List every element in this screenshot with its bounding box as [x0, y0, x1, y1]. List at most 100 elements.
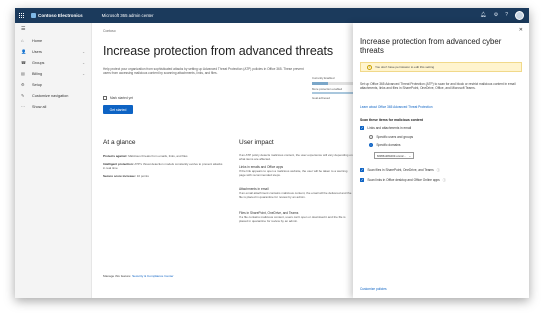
- gear-icon[interactable]: ⚙: [494, 10, 498, 20]
- option-label: Links and attachments in email: [367, 126, 412, 131]
- info-icon[interactable]: ⓘ: [437, 168, 440, 172]
- chevron-down-icon: ⌄: [82, 71, 85, 76]
- main-content: Contoso Increase protection from advance…: [93, 23, 357, 298]
- avatar[interactable]: [515, 10, 524, 20]
- manage-label: Manage this feature:: [103, 274, 132, 278]
- scan-sharepoint-checkbox[interactable]: ✓ Scan files in SharePoint, OneDrive, an…: [360, 168, 440, 173]
- impact-block: Links in emails and Office apps If the l…: [239, 165, 354, 178]
- nav-label: Groups: [32, 60, 45, 65]
- user-impact-heading: User impact: [239, 139, 274, 146]
- checkbox-checked[interactable]: ✓: [360, 168, 365, 173]
- progress-fill: [312, 82, 328, 85]
- permission-warning: i You don't have permission to edit this…: [360, 62, 522, 72]
- details-panel: ✕ Increase protection from advanced cybe…: [353, 23, 529, 298]
- links-attachments-checkbox[interactable]: ✓ Links and attachments in email: [360, 126, 412, 131]
- brand-logo-icon: [31, 13, 36, 18]
- manage-feature: Manage this feature: Security & Complian…: [103, 274, 174, 278]
- chevron-down-icon: ⌄: [408, 153, 411, 158]
- info-icon: i: [367, 64, 372, 70]
- goal-achieved-label: Goal achieved: [312, 96, 330, 100]
- radio-button-selected[interactable]: [369, 143, 374, 148]
- brand-name: Contoso Electronics: [38, 13, 83, 18]
- nav-item-customize-navigation[interactable]: ✎ Customize navigation: [15, 90, 91, 101]
- glance-row: Protects against: Malicious threats from…: [103, 154, 223, 158]
- nav-label: Show all: [32, 104, 47, 109]
- progress-track: [312, 82, 357, 85]
- user-icon: 👤: [21, 48, 27, 54]
- glance-text: Malicious threats from emails, links, an…: [128, 154, 188, 158]
- groups-icon: ☎: [21, 60, 27, 65]
- app-title[interactable]: Microsoft 365 admin center: [102, 13, 154, 18]
- nav-label: Setup: [32, 82, 42, 87]
- billing-icon: ▤: [21, 71, 25, 76]
- nav-item-show-all[interactable]: ⋯ Show all: [15, 101, 91, 112]
- close-icon[interactable]: ✕: [519, 27, 523, 33]
- nav-label: Home: [32, 38, 43, 43]
- bell-icon[interactable]: 🔔︎: [480, 10, 486, 20]
- checkbox-label: Mark started yet: [110, 96, 133, 100]
- impact-block: Attachments in email If an email attachm…: [239, 187, 354, 200]
- help-icon[interactable]: ?: [505, 10, 508, 20]
- nav-item-home[interactable]: ⌂ Home: [15, 35, 91, 46]
- checkbox-checked[interactable]: ✓: [360, 126, 365, 131]
- glance-label: Secure score increase:: [103, 174, 136, 178]
- pencil-icon: ✎: [21, 93, 25, 98]
- domain-value: M365x284203.onmic...: [377, 153, 407, 158]
- more-icon: ⋯: [21, 104, 26, 109]
- option-label: Specific domains: [376, 143, 401, 148]
- impact-text: If an email attachment contains maliciou…: [239, 191, 352, 200]
- specific-domains-radio[interactable]: Specific domains: [369, 143, 401, 148]
- specific-users-radio[interactable]: Specific users and groups: [369, 135, 414, 140]
- at-a-glance-heading: At a glance: [103, 139, 136, 146]
- nav-item-billing[interactable]: ▤ Billing ⌄: [15, 68, 91, 79]
- mark-not-started-checkbox[interactable]: Mark started yet: [103, 96, 133, 100]
- domain-dropdown[interactable]: M365x284203.onmic... ⌄: [374, 152, 414, 159]
- option-label: Scan files in SharePoint, OneDrive, and …: [367, 168, 434, 173]
- info-icon[interactable]: ⓘ: [443, 178, 446, 182]
- impact-intro: If an ATP policy detects malicious conte…: [239, 153, 353, 162]
- waffle-icon[interactable]: [15, 8, 29, 23]
- page-title: Increase protection from advanced threat…: [103, 44, 334, 58]
- goal-track: [312, 92, 357, 94]
- radio-button[interactable]: [369, 135, 374, 140]
- nav-item-users[interactable]: 👤 Users ⌄: [15, 46, 91, 57]
- scan-section-title: Scan these items for malicious content: [360, 118, 423, 122]
- nav-label: Customize navigation: [32, 93, 69, 98]
- left-nav: ☰ ⌂ Home 👤 Users ⌄ ☎ Groups ⌄ ▤ Billing …: [15, 23, 92, 298]
- top-icons: 🔔︎ ⚙ ?: [480, 10, 524, 20]
- current-label: Currently Enabled: [312, 76, 335, 80]
- impact-text: If a file contains malicious content, us…: [239, 215, 346, 224]
- option-label: Specific users and groups: [376, 135, 414, 140]
- glance-row: Intelligent protection: ATP's threat det…: [103, 162, 223, 170]
- top-bar: Contoso Electronics Microsoft 365 admin …: [15, 8, 529, 23]
- nav-label: Billing: [32, 71, 43, 76]
- nav-item-setup[interactable]: ⚙ Setup: [15, 79, 91, 90]
- nav-item-groups[interactable]: ☎ Groups ⌄: [15, 57, 91, 68]
- intro-text: Help protect your organization from soph…: [103, 67, 304, 76]
- option-label: Scan links in Office desktop and Office …: [367, 178, 440, 183]
- nav-list: ⌂ Home 👤 Users ⌄ ☎ Groups ⌄ ▤ Billing ⌄ …: [15, 35, 91, 112]
- goal-label: More protection enabled: [312, 87, 343, 91]
- checkbox[interactable]: [103, 96, 107, 100]
- glance-text: 10 points: [136, 174, 149, 178]
- glance-label: Protects against:: [103, 154, 128, 158]
- chevron-down-icon: ⌄: [82, 60, 85, 65]
- panel-description: Set up Office 365 Advanced Threat Protec…: [360, 82, 516, 91]
- panel-title: Increase protection from advanced cyber …: [360, 37, 502, 55]
- scan-office-links-checkbox[interactable]: ✓ Scan links in Office desktop and Offic…: [360, 178, 446, 183]
- checkbox-checked[interactable]: ✓: [360, 178, 365, 183]
- nav-label: Users: [32, 49, 42, 54]
- security-compliance-link[interactable]: Security & Compliance Center: [132, 274, 173, 278]
- setup-icon: ⚙: [21, 82, 25, 87]
- breadcrumb[interactable]: Contoso: [103, 29, 116, 33]
- customize-policies-link[interactable]: Customize policies: [360, 287, 387, 291]
- impact-text: If the link appears to open a malicious …: [239, 169, 348, 178]
- get-started-button[interactable]: Get started: [103, 105, 133, 114]
- impact-block: Files in SharePoint, OneDrive, and Teams…: [239, 211, 354, 224]
- learn-more-link[interactable]: Learn about Office 365 Advanced Threat P…: [360, 105, 433, 109]
- glance-row: Secure score increase: 10 points: [103, 174, 223, 178]
- admin-window: Contoso Electronics Microsoft 365 admin …: [15, 8, 529, 298]
- hamburger-icon[interactable]: ☰: [15, 23, 91, 35]
- org-brand[interactable]: Contoso Electronics: [31, 13, 83, 18]
- secure-score-progress: Currently Enabled More protection enable…: [312, 76, 357, 100]
